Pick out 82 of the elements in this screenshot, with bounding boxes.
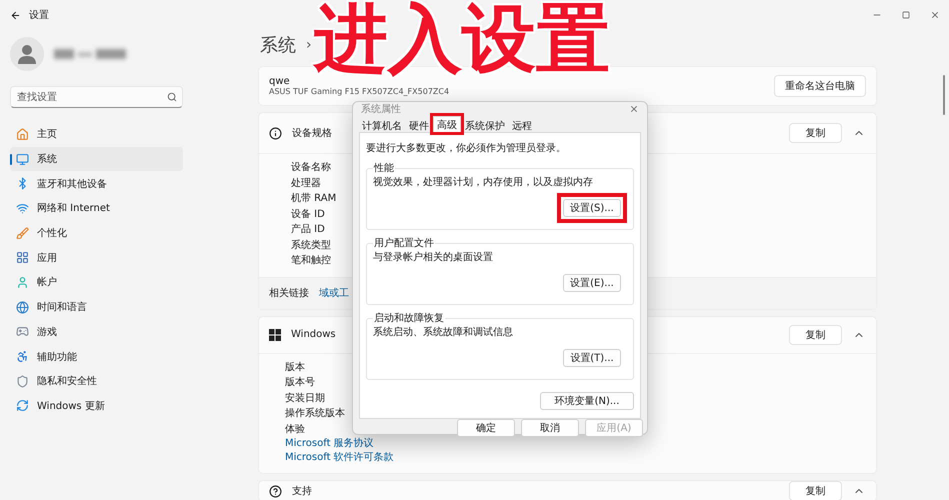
environment-variables-button[interactable]: 环境变量(N)... bbox=[540, 392, 634, 410]
section-title: 设备规格 bbox=[292, 126, 332, 140]
spec-label: 设备 ID bbox=[291, 208, 325, 222]
settings-button[interactable]: 设置(E)... bbox=[563, 274, 621, 292]
scrollbar[interactable] bbox=[943, 75, 945, 115]
spec-label: 版本 bbox=[285, 360, 305, 374]
nav-item[interactable]: Windows 更新 bbox=[10, 394, 183, 418]
copy-button[interactable]: 复制 bbox=[789, 123, 842, 143]
related-label: 相关链接 bbox=[269, 286, 309, 300]
nav-item[interactable]: 帐户 bbox=[10, 270, 183, 295]
brush-icon bbox=[16, 226, 29, 240]
admin-notice: 要进行大多数更改，你必须作为管理员登录。 bbox=[366, 142, 567, 155]
close-icon[interactable] bbox=[930, 10, 940, 20]
group-description: 视觉效果，处理器计划，内存使用，以及虚拟内存 bbox=[373, 176, 594, 189]
tab[interactable]: 高级 bbox=[433, 116, 461, 132]
tab[interactable]: 系统保护 bbox=[462, 118, 508, 132]
settings-button[interactable]: 设置(T)... bbox=[563, 349, 621, 367]
globe-icon bbox=[16, 300, 29, 314]
bluetooth-icon bbox=[16, 177, 29, 190]
search-field[interactable]: 查找设置 bbox=[10, 86, 183, 108]
spec-label: 版本号 bbox=[285, 376, 315, 390]
nav-item[interactable]: 应用 bbox=[10, 245, 183, 270]
agreement-link[interactable]: Microsoft 软件许可条款 bbox=[285, 451, 394, 465]
nav-item[interactable]: 系统 bbox=[10, 146, 183, 172]
nav-item[interactable]: 游戏 bbox=[10, 320, 183, 344]
copy-button[interactable]: 复制 bbox=[789, 481, 842, 500]
info-icon bbox=[269, 126, 282, 140]
group-title: 启动和故障恢复 bbox=[373, 312, 445, 325]
spec-label: 机带 RAM bbox=[291, 192, 336, 206]
avatar bbox=[10, 37, 44, 71]
spec-label: 处理器 bbox=[291, 176, 321, 190]
spec-label: 系统类型 bbox=[291, 238, 331, 252]
spec-label: 操作系统版本 bbox=[285, 406, 345, 421]
section-title: Windows bbox=[291, 329, 336, 340]
breadcrumb-separator: › bbox=[306, 37, 312, 53]
spec-label: 设备名称 bbox=[291, 161, 331, 175]
spec-label: 体验 bbox=[285, 422, 305, 436]
tab[interactable]: 远程 bbox=[509, 118, 535, 132]
spec-label: 产品 ID bbox=[291, 222, 325, 237]
search-icon[interactable] bbox=[167, 92, 177, 102]
monitor-icon bbox=[16, 152, 29, 166]
nav-item[interactable]: 时间和语言 bbox=[10, 294, 183, 320]
copy-button[interactable]: 复制 bbox=[789, 324, 842, 344]
annotation-text: 进入设置 bbox=[314, 2, 610, 76]
page-title: 系统 bbox=[260, 34, 296, 57]
group-description: 系统启动、系统故障和调试信息 bbox=[373, 326, 514, 339]
nav-item[interactable]: 个性化 bbox=[10, 220, 183, 246]
dialog-button[interactable]: 确定 bbox=[457, 419, 515, 437]
nav-item[interactable]: 网络和 Internet bbox=[10, 196, 183, 221]
help-icon bbox=[269, 484, 282, 498]
group-title: 性能 bbox=[373, 162, 395, 175]
close-button[interactable] bbox=[629, 104, 639, 114]
windows-logo-icon bbox=[269, 328, 281, 340]
window-title: 设置 bbox=[29, 8, 49, 22]
section-title: 支持 bbox=[292, 484, 312, 498]
group-description: 与登录帐户相关的桌面设置 bbox=[373, 250, 494, 264]
dialog-title: 系统属性 bbox=[361, 102, 401, 116]
accessibility-icon bbox=[16, 350, 29, 364]
tab[interactable]: 计算机名 bbox=[359, 118, 405, 132]
maximize-icon[interactable] bbox=[902, 11, 910, 19]
dialog-button[interactable]: 取消 bbox=[521, 419, 579, 437]
tab[interactable]: 硬件 bbox=[406, 118, 432, 132]
back-icon[interactable] bbox=[10, 10, 21, 20]
person-icon bbox=[16, 276, 29, 289]
spec-label: 笔和触控 bbox=[291, 254, 331, 268]
rename-button[interactable]: 重命名这台电脑 bbox=[774, 75, 866, 97]
group-title: 用户配置文件 bbox=[373, 236, 435, 250]
nav-item[interactable]: 蓝牙和其他设备 bbox=[10, 171, 183, 196]
refresh-icon bbox=[16, 399, 29, 412]
settings-button[interactable]: 设置(S)... bbox=[563, 199, 621, 217]
device-model: ASUS TUF Gaming F15 FX507ZC4_FX507ZC4 bbox=[269, 87, 450, 96]
home-icon bbox=[16, 128, 29, 141]
related-link[interactable]: 域或工 bbox=[319, 286, 349, 300]
nav-item[interactable]: 主页 bbox=[10, 122, 183, 147]
agreement-link[interactable]: Microsoft 服务协议 bbox=[285, 437, 374, 451]
gamepad-icon bbox=[16, 325, 29, 338]
shield-icon bbox=[16, 374, 29, 388]
spec-label: 安装日期 bbox=[285, 392, 325, 406]
grid-icon bbox=[16, 251, 29, 264]
device-name: qwe bbox=[269, 76, 291, 87]
nav-item[interactable]: 辅助功能 bbox=[10, 344, 183, 369]
nav-item[interactable]: 隐私和安全性 bbox=[10, 368, 183, 394]
